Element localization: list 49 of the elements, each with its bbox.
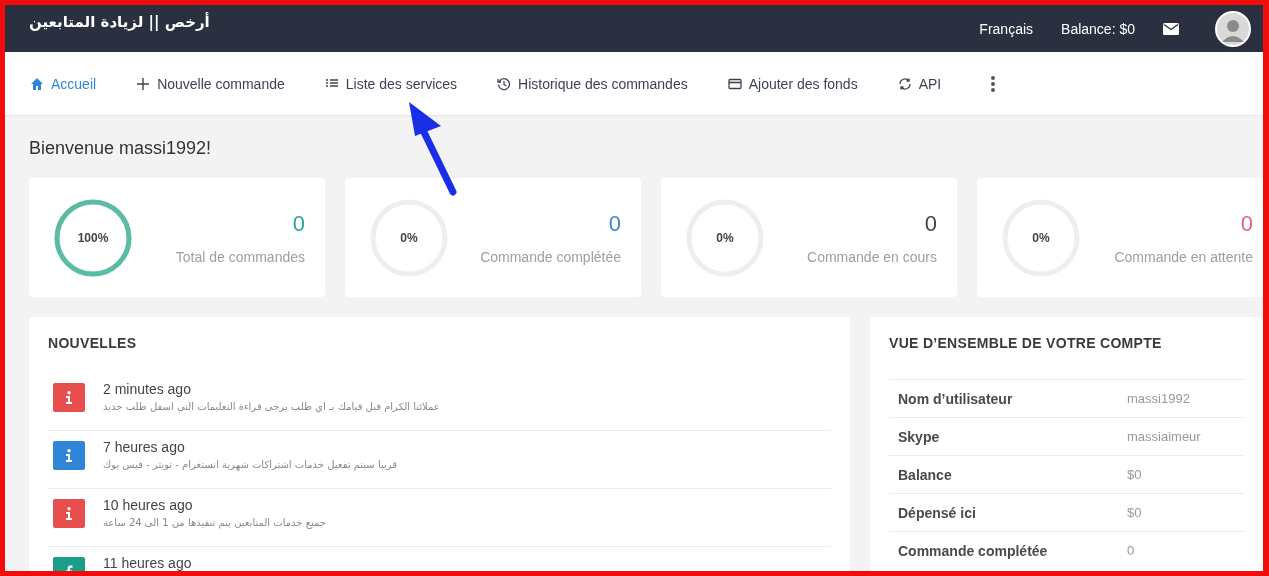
more-icon[interactable] (991, 75, 996, 92)
percent-label: 0% (716, 230, 734, 245)
panel-title: VUE D’ENSEMBLE DE VOTRE COMPTE (889, 335, 1163, 351)
account-label: Dépensé ici (898, 504, 977, 521)
account-label: Skype (898, 428, 941, 445)
stat-value: 0 (292, 210, 305, 237)
plus-icon (136, 76, 151, 91)
nav-tab[interactable]: API (897, 75, 942, 92)
panel-title: NOUVELLES (48, 335, 138, 351)
account-label: Balance (898, 466, 953, 483)
site-title[interactable]: أرخص || لزيادة المتابعين (29, 12, 210, 31)
welcome-heading: Bienvenue massi1992! (29, 138, 213, 159)
account-label: Commande complétée (898, 542, 1049, 559)
history-icon (497, 76, 512, 91)
stat-value: 0 (1240, 210, 1253, 237)
nav-tab[interactable]: Liste des services (324, 75, 458, 92)
news-message: عملائنا الكرام قبل قيامك بـ اي طلب يرجى قراءة التعليمات التي اسفل طلب جديد (103, 401, 440, 412)
account-value: 0 (1127, 543, 1135, 558)
credit-card-icon (727, 76, 742, 91)
percent-label: 0% (400, 230, 418, 245)
stat-label: Total de commandes (175, 248, 305, 265)
account-value: $0 (1127, 505, 1142, 520)
news-time: 11 heures ago (103, 555, 192, 571)
percent-label: 0% (1032, 230, 1050, 245)
balance-link[interactable]: Balance: $0 (1061, 20, 1135, 37)
sync-icon (897, 76, 912, 91)
news-message: قريبا سيتم تفعيل خدمات اشتراكات شهرية انستغرام - تويتر - فيس بوك (103, 459, 398, 470)
home-icon (30, 76, 44, 91)
stat-label: Commande complétée (480, 248, 621, 265)
nav-tab[interactable]: Nouvelle commande (136, 75, 285, 92)
percent-label: 100% (77, 230, 109, 245)
stat-value: 0 (924, 210, 937, 237)
account-value: $0 (1127, 467, 1142, 482)
nav-tab[interactable]: Ajouter des fonds (727, 75, 858, 92)
stat-label: Commande en cours (807, 248, 937, 265)
account-value: massiaimeur (1127, 429, 1201, 444)
news-time: 2 minutes ago (103, 381, 192, 397)
news-message: جميع خدمات المتابعين يتم تنفيذها من 1 الى 24 ساعة (103, 517, 326, 528)
news-time: 10 heures ago (103, 497, 194, 513)
stat-label: Commande en attente (1114, 248, 1253, 265)
stat-value: 0 (608, 210, 621, 237)
account-value: massi1992 (1127, 391, 1190, 406)
nav-tab[interactable]: Accueil (30, 75, 97, 92)
language-link[interactable]: Français (979, 20, 1034, 37)
avatar[interactable] (1215, 10, 1251, 47)
account-label: Nom d’utilisateur (898, 390, 1014, 407)
mail-icon[interactable] (1163, 22, 1179, 35)
news-time: 7 heures ago (103, 439, 186, 455)
nav-tab[interactable]: Historique des commandes (497, 75, 688, 92)
